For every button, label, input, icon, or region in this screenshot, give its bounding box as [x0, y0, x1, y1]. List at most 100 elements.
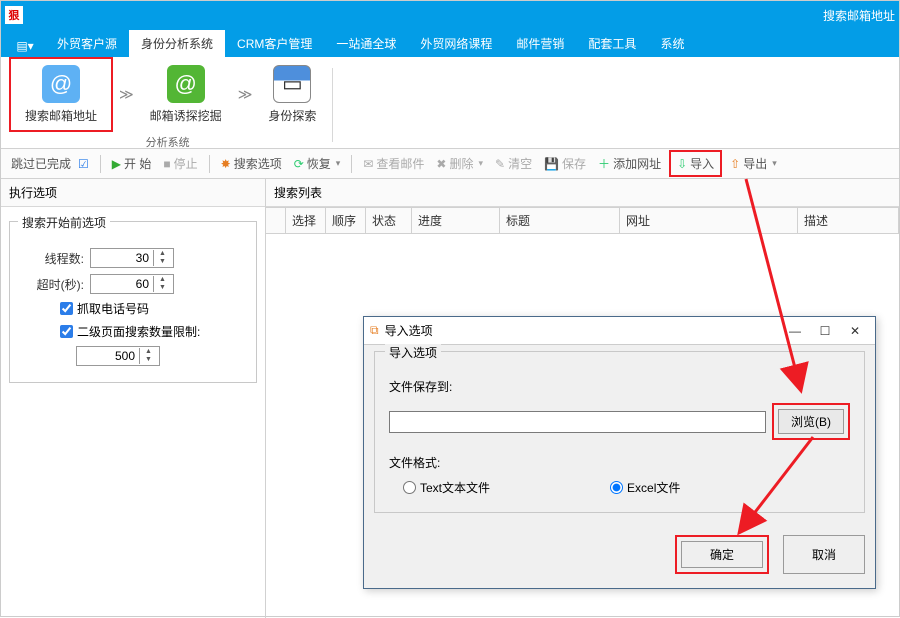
maximize-button[interactable]: ☐: [811, 322, 839, 340]
spin-down-icon[interactable]: ▼: [154, 258, 171, 266]
gear-icon: ✸: [221, 157, 231, 171]
tab-email-marketing[interactable]: 邮件营销: [504, 30, 576, 57]
tab-onestop[interactable]: 一站通全球: [324, 30, 408, 57]
ribbon-group-label: 分析系统: [146, 134, 190, 152]
toolbar-restore[interactable]: ⟳恢复▾: [290, 153, 345, 174]
grab-phone-checkbox[interactable]: 抓取电话号码: [60, 300, 246, 317]
ok-highlight: 确定: [675, 535, 769, 574]
group-legend: 搜索开始前选项: [18, 214, 110, 231]
toolbar-options[interactable]: ✸搜索选项: [217, 153, 286, 174]
toolbar-clear[interactable]: ✎清空: [491, 153, 536, 174]
save-icon: 💾: [544, 157, 559, 171]
toolbar-delete[interactable]: ✖删除▾: [432, 153, 487, 174]
delete-icon: ✖: [436, 157, 446, 171]
divider: [209, 155, 210, 173]
tab-system[interactable]: 系统: [648, 30, 696, 57]
radio-input[interactable]: [403, 481, 416, 494]
toolbar-label: 开 始: [124, 155, 151, 172]
import-options-group: 导入选项 文件保存到: 浏览(B) 文件格式: Text文本文件 Excel文件: [374, 351, 865, 513]
toolbar-label: 导入: [690, 155, 714, 172]
toolbar-label: 查看邮件: [376, 155, 424, 172]
dialog-titlebar[interactable]: ⧉ 导入选项 — ☐ ✕: [364, 317, 875, 345]
right-panel-header: 搜索列表: [266, 179, 899, 207]
ribbon: @ 搜索邮箱地址 ≫ @ 邮箱诱探挖掘 ≫ ▭ 身份探索 分析系统: [1, 57, 899, 149]
file-menu-icon[interactable]: ▤▾: [11, 35, 39, 57]
limit-stepper[interactable]: ▲▼: [76, 346, 160, 366]
spin-up-icon[interactable]: ▲: [140, 348, 157, 356]
toolbar-save[interactable]: 💾保存: [540, 153, 590, 174]
tab-tools[interactable]: 配套工具: [576, 30, 648, 57]
timeout-stepper[interactable]: ▲▼: [90, 274, 174, 294]
chevron-right-icon: ≫: [113, 86, 140, 103]
chevron-right-icon: ≫: [232, 86, 259, 103]
at-icon: @: [42, 65, 80, 103]
toolbar-import[interactable]: ⇩导入: [669, 150, 722, 177]
toolbar-export[interactable]: ⇧导出▾: [726, 153, 781, 174]
left-panel: 执行选项 搜索开始前选项 线程数: ▲▼ 超时(秒): ▲▼: [1, 179, 266, 618]
checkbox-label: 抓取电话号码: [77, 300, 149, 317]
browse-button[interactable]: 浏览(B): [778, 409, 844, 434]
radio-input[interactable]: [610, 481, 623, 494]
toolbar-label: 删除: [449, 155, 473, 172]
col-desc[interactable]: 描述: [798, 208, 899, 233]
col-progress[interactable]: 进度: [412, 208, 500, 233]
toolbar-view-mail[interactable]: ✉查看邮件: [359, 153, 428, 174]
minimize-button[interactable]: —: [781, 322, 809, 340]
tab-courses[interactable]: 外贸网络课程: [408, 30, 504, 57]
radio-label: Excel文件: [627, 479, 680, 496]
cancel-button[interactable]: 取消: [783, 535, 865, 574]
timeout-input[interactable]: [91, 275, 153, 293]
browse-highlight: 浏览(B): [772, 403, 850, 440]
toolbar-start[interactable]: ▶开 始: [108, 153, 156, 174]
title-right-text: 搜索邮箱地址: [823, 7, 895, 24]
spin-down-icon[interactable]: ▼: [140, 356, 157, 364]
toolbar-skip-completed[interactable]: 跳过已完成 ☑: [7, 153, 93, 174]
col-title[interactable]: 标题: [500, 208, 620, 233]
radio-text-file[interactable]: Text文本文件: [403, 479, 490, 496]
ok-button[interactable]: 确定: [681, 541, 763, 568]
sub-page-limit-checkbox[interactable]: 二级页面搜索数量限制:: [60, 323, 246, 340]
clear-icon: ✎: [495, 157, 505, 171]
col-status[interactable]: 状态: [366, 208, 412, 233]
app-logo: 狠: [5, 6, 23, 24]
toolbar-label: 清空: [508, 155, 532, 172]
at-green-icon: @: [167, 65, 205, 103]
spin-up-icon[interactable]: ▲: [154, 276, 171, 284]
checkbox-input[interactable]: [60, 325, 73, 338]
results-table: 选择 顺序 状态 进度 标题 网址 描述: [266, 207, 899, 234]
tab-crm[interactable]: CRM客户管理: [225, 30, 324, 57]
dialog-icon: ⧉: [370, 323, 379, 338]
divider: [351, 155, 352, 173]
toolbar-stop[interactable]: ■停止: [159, 153, 201, 174]
col-grip: [266, 208, 286, 233]
close-button[interactable]: ✕: [841, 322, 869, 340]
radio-excel-file[interactable]: Excel文件: [610, 479, 680, 496]
file-path-input[interactable]: [389, 411, 766, 433]
profile-card-icon: ▭: [273, 65, 311, 103]
checkbox-input[interactable]: [60, 302, 73, 315]
threads-stepper[interactable]: ▲▼: [90, 248, 174, 268]
toolbar-label: 搜索选项: [234, 155, 282, 172]
ribbon-email-mining[interactable]: @ 邮箱诱探挖掘: [140, 61, 232, 128]
tab-customer-source[interactable]: 外贸客户源: [45, 30, 129, 57]
file-path-label: 文件保存到:: [389, 378, 850, 395]
col-url[interactable]: 网址: [620, 208, 798, 233]
tab-identity-analysis[interactable]: 身份分析系统: [129, 30, 225, 57]
threads-label: 线程数:: [20, 250, 90, 267]
toolbar-label: 跳过已完成: [11, 155, 71, 172]
divider: [332, 68, 333, 142]
col-order[interactable]: 顺序: [326, 208, 366, 233]
spin-down-icon[interactable]: ▼: [154, 284, 171, 292]
limit-input[interactable]: [77, 347, 139, 365]
ribbon-search-email[interactable]: @ 搜索邮箱地址: [9, 57, 113, 132]
left-panel-header: 执行选项: [1, 179, 265, 207]
caret-down-icon: ▾: [772, 158, 777, 169]
ribbon-identity-search[interactable]: ▭ 身份探索: [258, 61, 326, 128]
spin-up-icon[interactable]: ▲: [154, 250, 171, 258]
toolbar-add-url[interactable]: ＋添加网址: [594, 153, 665, 174]
threads-input[interactable]: [91, 249, 153, 267]
checkbox-label: 二级页面搜索数量限制:: [77, 323, 200, 340]
toolbar-label: 恢复: [307, 155, 331, 172]
col-select[interactable]: 选择: [286, 208, 326, 233]
ribbon-label: 邮箱诱探挖掘: [150, 107, 222, 124]
